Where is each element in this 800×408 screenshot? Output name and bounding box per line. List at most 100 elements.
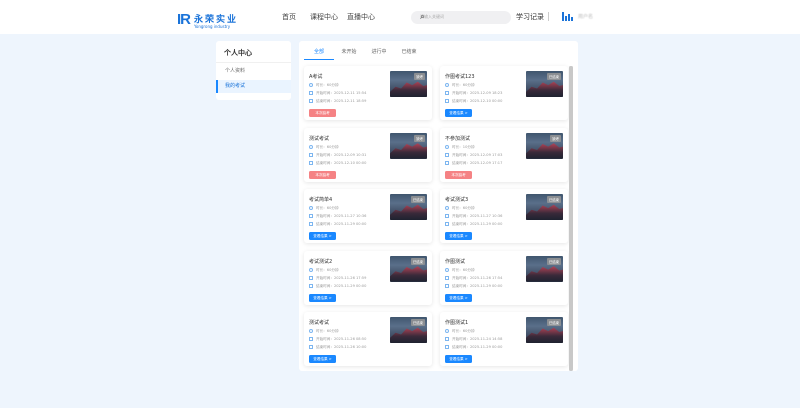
exam-card[interactable]: 测试考试 时长：60分钟 开始时间：2025-12-09 10:31 结束时间：… bbox=[304, 127, 432, 182]
exam-end-time: 结束时间：2025-12-10 00:00 bbox=[309, 160, 366, 166]
clock-icon bbox=[445, 144, 449, 149]
exam-thumbnail: 已结束 bbox=[390, 194, 427, 220]
calendar-icon bbox=[309, 214, 313, 218]
scrollbar[interactable] bbox=[569, 66, 573, 371]
exam-start-time: 开始时间：2025-12-09 17:03 bbox=[445, 152, 502, 158]
logo-subtitle: Yongrong industry bbox=[194, 24, 231, 29]
exam-start-time: 开始时间：2025-12-09 18:23 bbox=[445, 91, 502, 96]
exam-card[interactable]: 作图考试123 时长：60分钟 开始时间：2025-12-09 18:23 结束… bbox=[440, 66, 568, 120]
view-result-button[interactable]: 查看结果 > bbox=[445, 293, 472, 302]
absent-button[interactable]: 本次缺考 bbox=[445, 170, 472, 179]
exam-title: 考试测试2 bbox=[309, 258, 333, 265]
exam-duration: 时长：60分钟 bbox=[309, 144, 339, 150]
exam-thumbnail: 缺考 bbox=[526, 132, 563, 159]
user-menu[interactable]: 用户名 bbox=[562, 11, 593, 21]
exam-card[interactable]: 不参加测试 时长：10分钟 开始时间：2025-12-09 17:03 结束时间… bbox=[440, 127, 568, 182]
exam-duration: 时长：60分钟 bbox=[309, 267, 339, 273]
exam-duration: 时长：60分钟 bbox=[309, 329, 339, 334]
status-badge: 缺考 bbox=[414, 134, 425, 142]
clock-icon bbox=[445, 83, 449, 87]
absent-button[interactable]: 本次缺考 bbox=[309, 170, 336, 179]
exam-start-time: 开始时间：2025-11-26 08:50 bbox=[309, 337, 366, 342]
exam-duration: 时长：60分钟 bbox=[445, 206, 475, 211]
clock-icon bbox=[445, 329, 449, 333]
tab-in-progress[interactable]: 进行中 bbox=[364, 49, 394, 60]
exam-card[interactable]: 作图测试 时长：60分钟 开始时间：2025-11-26 17:54 结束时间：… bbox=[440, 250, 568, 305]
exam-panel: 全部 未开始 进行中 已结束 A考试 时长：60分钟 开始时间：2025-12-… bbox=[299, 41, 578, 371]
exam-end-time: 结束时间：2025-11-29 00:00 bbox=[445, 222, 502, 227]
divider bbox=[548, 12, 549, 21]
view-result-button[interactable]: 查看结果 > bbox=[445, 109, 472, 117]
exam-thumbnail: 缺考 bbox=[390, 71, 427, 97]
sidebar: 个人中心 个人资料 我的考试 bbox=[216, 41, 291, 100]
calendar-icon bbox=[309, 337, 313, 341]
exam-thumbnail: 缺考 bbox=[390, 132, 427, 159]
calendar-icon bbox=[445, 222, 449, 226]
exam-title: 测试考试 bbox=[309, 135, 330, 142]
exam-duration: 时长：10分钟 bbox=[445, 144, 475, 150]
nav-live[interactable]: 直播中心 bbox=[347, 12, 375, 22]
status-badge: 已结束 bbox=[410, 196, 425, 203]
search-input[interactable]: 请输入关键词 ⌕ bbox=[411, 11, 511, 24]
calendar-icon bbox=[309, 345, 313, 349]
exam-start-time: 开始时间：2025-12-09 10:31 bbox=[309, 152, 366, 158]
calendar-icon bbox=[445, 345, 449, 349]
exam-end-time: 结束时间：2025-11-29 00:00 bbox=[309, 222, 366, 227]
tab-all[interactable]: 全部 bbox=[304, 49, 334, 60]
absent-button[interactable]: 本次缺考 bbox=[309, 109, 336, 117]
status-badge: 缺考 bbox=[414, 73, 425, 80]
clock-icon bbox=[309, 144, 313, 149]
view-result-button[interactable]: 查看结果 > bbox=[445, 232, 472, 240]
exam-title: 作图考试123 bbox=[445, 74, 475, 80]
calendar-icon bbox=[309, 99, 313, 103]
status-badge: 已结束 bbox=[546, 319, 561, 326]
exam-card[interactable]: 考试简单4 时长：60分钟 开始时间：2025-11-27 10:36 结束时间… bbox=[304, 189, 432, 243]
exam-start-time: 开始时间：2025-11-26 17:54 bbox=[445, 275, 502, 281]
clock-icon bbox=[309, 267, 313, 272]
calendar-icon bbox=[309, 275, 313, 280]
exam-title: 不参加测试 bbox=[445, 135, 471, 142]
exam-end-time: 结束时间：2025-11-29 00:00 bbox=[445, 345, 502, 350]
search-icon[interactable]: ⌕ bbox=[420, 12, 507, 22]
status-badge: 已结束 bbox=[410, 257, 425, 265]
calendar-icon bbox=[445, 91, 449, 95]
exam-duration: 时长：60分钟 bbox=[309, 83, 339, 88]
exam-thumbnail: 已结束 bbox=[526, 194, 563, 220]
logo[interactable]: IR 永荣实业 Yongrong industry bbox=[177, 9, 238, 29]
status-badge: 已结束 bbox=[546, 257, 561, 265]
tab-not-started[interactable]: 未开始 bbox=[334, 49, 364, 60]
exam-thumbnail: 已结束 bbox=[526, 255, 563, 282]
nav-home[interactable]: 首页 bbox=[282, 12, 296, 22]
user-avatar-icon bbox=[562, 11, 573, 21]
calendar-icon bbox=[445, 160, 449, 165]
exam-duration: 时长：60分钟 bbox=[445, 267, 475, 273]
top-header: IR 永荣实业 Yongrong industry 首页 课程中心 直播中心 请输… bbox=[0, 0, 800, 34]
learning-record-link[interactable]: 学习记录 bbox=[516, 12, 544, 22]
exam-duration: 时长：60分钟 bbox=[445, 83, 475, 88]
sidebar-item-my-exams[interactable]: 我的考试 bbox=[216, 80, 291, 93]
exam-title: 考试测试3 bbox=[445, 197, 469, 203]
scrollbar-thumb[interactable] bbox=[569, 66, 573, 371]
calendar-icon bbox=[309, 152, 313, 157]
exam-card[interactable]: 作图测试1 时长：60分钟 开始时间：2025-11-24 14:58 结束时间… bbox=[440, 312, 568, 366]
exam-card[interactable]: 测试考试 时长：60分钟 开始时间：2025-11-26 08:50 结束时间：… bbox=[304, 312, 432, 366]
calendar-icon bbox=[445, 152, 449, 157]
calendar-icon bbox=[309, 91, 313, 95]
view-result-button[interactable]: 查看结果 > bbox=[445, 355, 472, 363]
exam-end-time: 结束时间：2025-11-29 00:00 bbox=[445, 283, 502, 289]
exam-card[interactable]: 考试测试2 时长：60分钟 开始时间：2025-11-26 17:59 结束时间… bbox=[304, 250, 432, 305]
view-result-button[interactable]: 查看结果 > bbox=[309, 232, 336, 240]
exam-card[interactable]: 考试测试3 时长：60分钟 开始时间：2025-11-27 10:36 结束时间… bbox=[440, 189, 568, 243]
view-result-button[interactable]: 查看结果 > bbox=[309, 293, 336, 302]
exam-end-time: 结束时间：2025-12-10 00:00 bbox=[445, 99, 502, 104]
exam-end-time: 结束时间：2025-12-11 18:59 bbox=[309, 99, 366, 104]
sidebar-item-profile[interactable]: 个人资料 bbox=[216, 65, 291, 78]
clock-icon bbox=[445, 267, 449, 272]
exam-end-time: 结束时间：2025-11-29 00:00 bbox=[309, 283, 366, 289]
tab-ended[interactable]: 已结束 bbox=[394, 49, 424, 60]
view-result-button[interactable]: 查看结果 > bbox=[309, 355, 336, 363]
nav-courses[interactable]: 课程中心 bbox=[310, 12, 338, 22]
exam-card[interactable]: A考试 时长：60分钟 开始时间：2025-12-11 15:54 结束时间：2… bbox=[304, 66, 432, 120]
status-badge: 缺考 bbox=[550, 134, 561, 142]
calendar-icon bbox=[445, 337, 449, 341]
